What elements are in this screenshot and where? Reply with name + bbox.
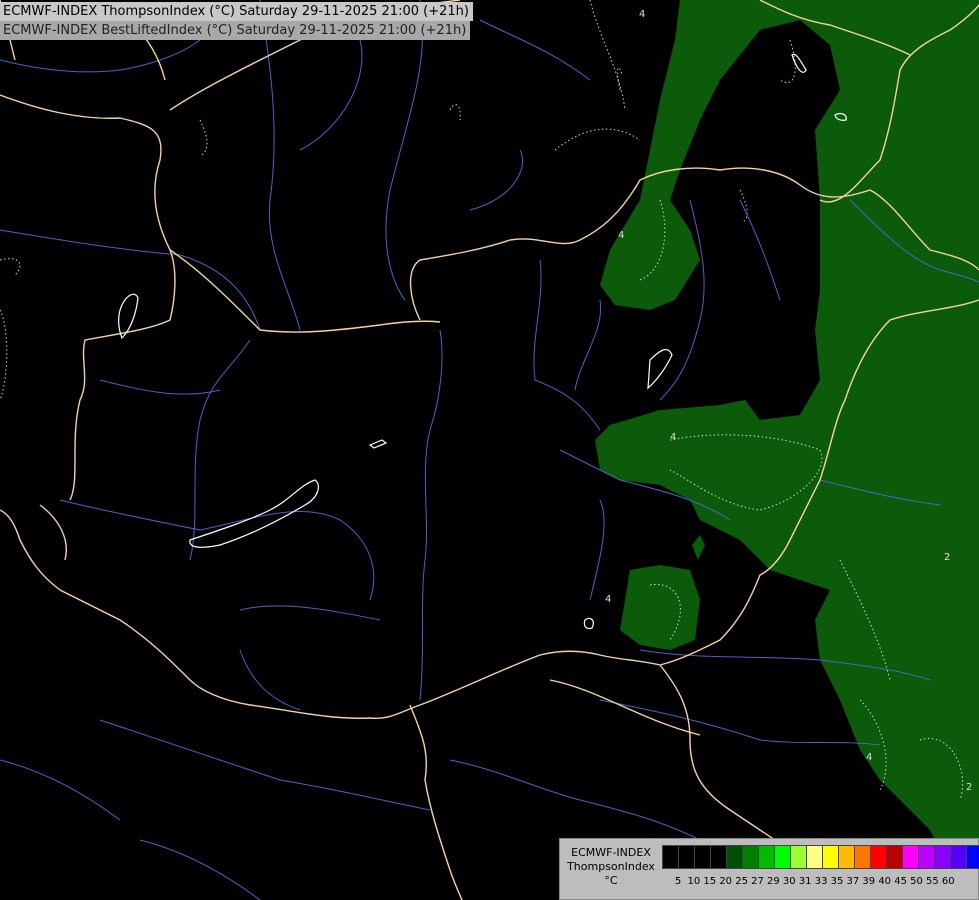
legend-swatch [663, 846, 679, 868]
legend-swatch [823, 846, 839, 868]
legend-tick-label: 60 [941, 876, 955, 887]
legend-swatch [839, 846, 855, 868]
legend-unit: °C [604, 874, 618, 887]
legend-swatch [887, 846, 903, 868]
contour-label: 4 [639, 9, 645, 20]
legend-swatch [727, 846, 743, 868]
legend-swatch [775, 846, 791, 868]
weather-map: 4 4 4 4 2 4 2 [0, 0, 979, 900]
legend-swatch [855, 846, 871, 868]
contour-label: 4 [670, 432, 676, 443]
legend-swatch [679, 846, 695, 868]
legend-swatches [662, 845, 979, 869]
contour-label: 4 [618, 230, 624, 241]
legend-swatch [919, 846, 935, 868]
contour-label: 2 [966, 782, 972, 793]
legend-swatch [711, 846, 727, 868]
contour-label: 4 [605, 594, 611, 605]
legend-swatch [743, 846, 759, 868]
legend-swatch [759, 846, 775, 868]
legend-swatch [951, 846, 967, 868]
legend-swatch [935, 846, 951, 868]
color-scale-legend: ECMWF-INDEX ThompsonIndex °C 5 10 15 20 25 27… [559, 838, 979, 900]
legend-variable: ThompsonIndex [567, 860, 655, 873]
legend-swatch [807, 846, 823, 868]
legend-swatch [967, 846, 979, 868]
legend-swatch [791, 846, 807, 868]
legend-swatch [903, 846, 919, 868]
contour-label: 4 [866, 752, 872, 763]
legend-title: ECMWF-INDEX [571, 846, 651, 859]
map-title-best-lifted-index: ECMWF-INDEX BestLiftedIndex (°C) Saturda… [0, 21, 471, 40]
legend-swatch [695, 846, 711, 868]
map-title-thompson-index: ECMWF-INDEX ThompsonIndex (°C) Saturday … [0, 2, 473, 21]
legend-swatch [871, 846, 887, 868]
contour-label: 2 [944, 552, 950, 563]
legend-label: ECMWF-INDEX ThompsonIndex °C [564, 846, 658, 888]
